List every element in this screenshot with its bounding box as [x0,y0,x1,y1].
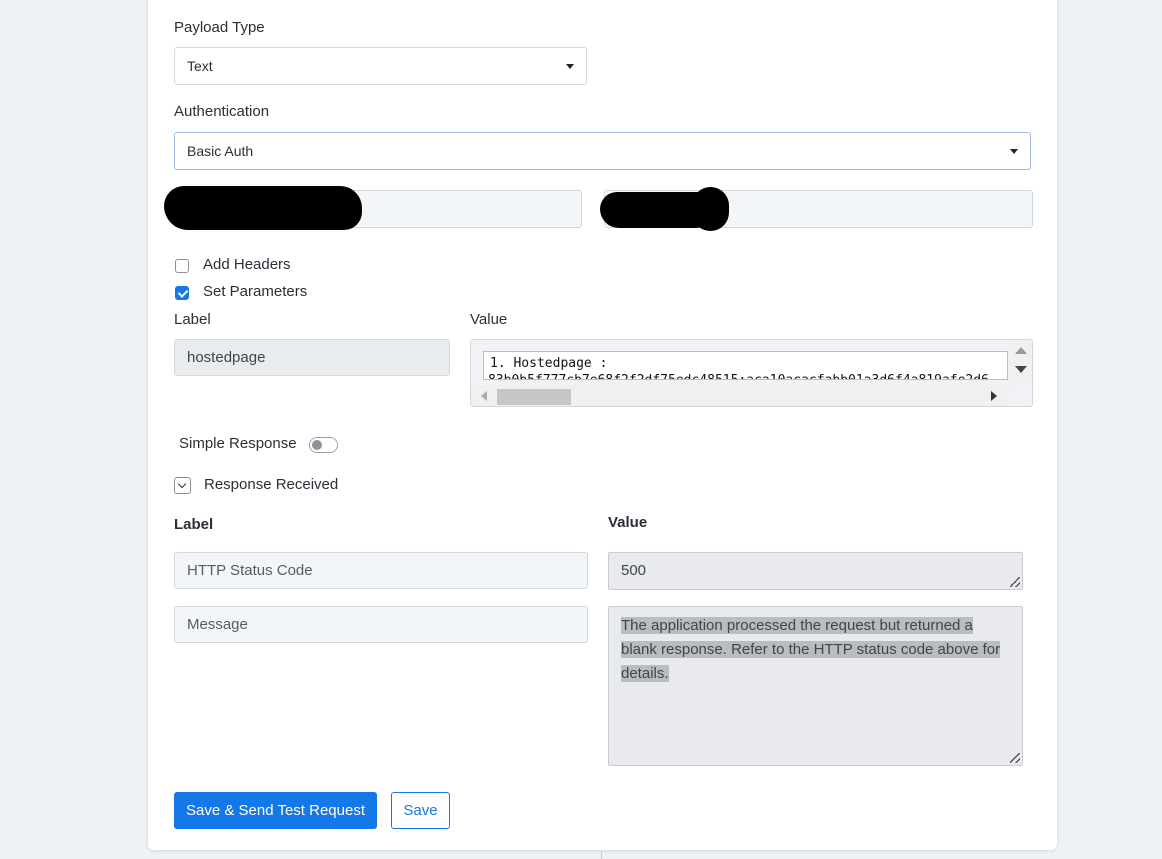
message-label-field[interactable]: Message [174,606,588,643]
set-parameters-label: Set Parameters [203,283,308,300]
authentication-value: Basic Auth [187,143,254,159]
param-label-value: hostedpage [187,349,266,366]
save-and-send-test-request-button[interactable]: Save & Send Test Request [174,792,377,829]
scroll-right-arrow-icon[interactable] [991,391,997,401]
param-value-code[interactable]: 1. Hostedpage : 83b0b5f777cb7e68f2f2df75… [483,351,1008,380]
set-parameters-checkbox[interactable] [175,286,189,300]
authentication-select[interactable]: Basic Auth [174,132,1031,170]
payload-type-select[interactable]: Text [174,47,587,85]
payload-type-label: Payload Type [174,19,265,36]
redaction-mark [692,187,729,231]
authentication-label: Authentication [174,103,270,120]
code-line-2: 83b0b5f777cb7e68f2f2df75edc48515:aca10ac… [488,372,1001,379]
scroll-down-arrow-icon[interactable] [1015,366,1027,373]
horizontal-scrollbar[interactable] [471,386,1009,406]
simple-response-label: Simple Response [179,435,297,452]
response-received-label: Response Received [204,476,339,493]
code-line-1: 1. Hostedpage : [490,356,608,371]
response-value-header: Value [608,514,648,531]
response-label-header: Label [174,516,214,533]
payload-type-value: Text [187,58,213,74]
param-label-input[interactable]: hostedpage [174,339,450,376]
param-value-editor[interactable]: 1. Hostedpage : 83b0b5f777cb7e68f2f2df75… [470,339,1033,407]
status-code-value: 500 [621,562,647,579]
resize-grip-icon[interactable] [1010,577,1020,587]
message-label: Message [187,616,248,633]
param-label-header: Label [174,311,211,328]
add-headers-label: Add Headers [203,256,291,273]
add-headers-checkbox[interactable] [175,259,189,273]
param-value-header: Value [470,311,508,328]
save-button[interactable]: Save [391,792,450,829]
status-code-value-field[interactable]: 500 [608,552,1023,590]
status-code-label-field[interactable]: HTTP Status Code [174,552,588,589]
scrollbar-thumb[interactable] [497,389,571,405]
status-code-label: HTTP Status Code [187,562,313,579]
scroll-up-arrow-icon[interactable] [1015,347,1027,354]
message-value-field[interactable]: The application processed the request bu… [608,606,1023,766]
response-collapse-chevron-icon[interactable] [174,477,191,494]
redaction-mark [164,186,362,230]
chevron-down-icon [566,64,574,69]
message-value: The application processed the request bu… [621,617,1001,682]
message-value-text: The application processed the request bu… [621,614,1011,686]
chevron-down-icon [1010,149,1018,154]
toggle-knob [312,440,322,450]
resize-grip-icon[interactable] [1010,753,1020,763]
vertical-scrollbar[interactable] [1008,340,1032,386]
simple-response-toggle[interactable] [309,437,338,453]
divider [601,851,602,859]
scroll-left-arrow-icon[interactable] [481,391,487,401]
